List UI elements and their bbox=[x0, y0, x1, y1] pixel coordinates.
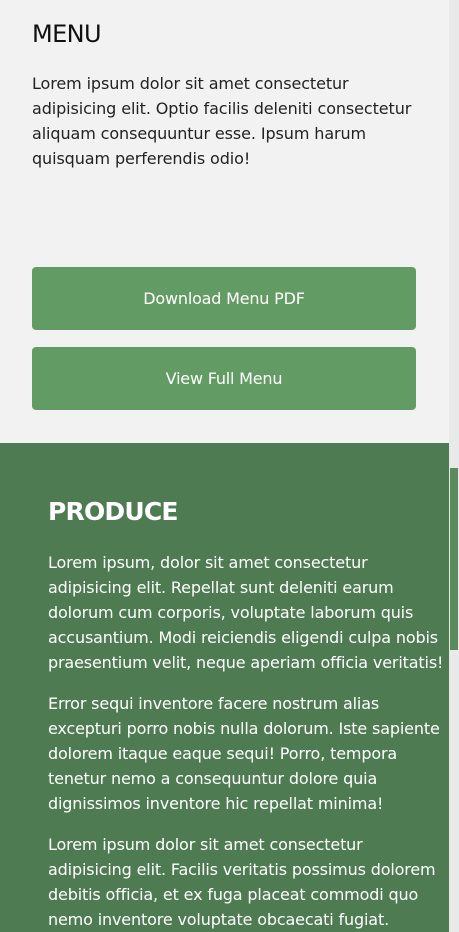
produce-paragraph-3: Lorem ipsum dolor sit amet consectetur a… bbox=[48, 835, 436, 929]
produce-section: PRODUCE Lorem ipsum, dolor sit amet cons… bbox=[0, 443, 449, 932]
menu-section: MENU Lorem ipsum dolor sit amet consecte… bbox=[0, 0, 449, 443]
produce-paragraph-1: Lorem ipsum, dolor sit amet consectetur … bbox=[48, 553, 444, 672]
download-menu-pdf-button[interactable]: Download Menu PDF bbox=[32, 267, 416, 330]
menu-description: Lorem ipsum dolor sit amet consectetur a… bbox=[32, 74, 412, 168]
produce-paragraph-2: Error sequi inventore facere nostrum ali… bbox=[48, 694, 440, 813]
produce-heading: PRODUCE bbox=[48, 497, 179, 526]
menu-heading: MENU bbox=[32, 20, 102, 48]
page-content: MENU Lorem ipsum dolor sit amet consecte… bbox=[0, 0, 449, 932]
produce-body: Lorem ipsum, dolor sit amet consectetur … bbox=[48, 550, 446, 932]
view-full-menu-button[interactable]: View Full Menu bbox=[32, 347, 416, 410]
vertical-scrollbar[interactable] bbox=[449, 0, 459, 932]
scrollbar-thumb[interactable] bbox=[450, 468, 458, 650]
